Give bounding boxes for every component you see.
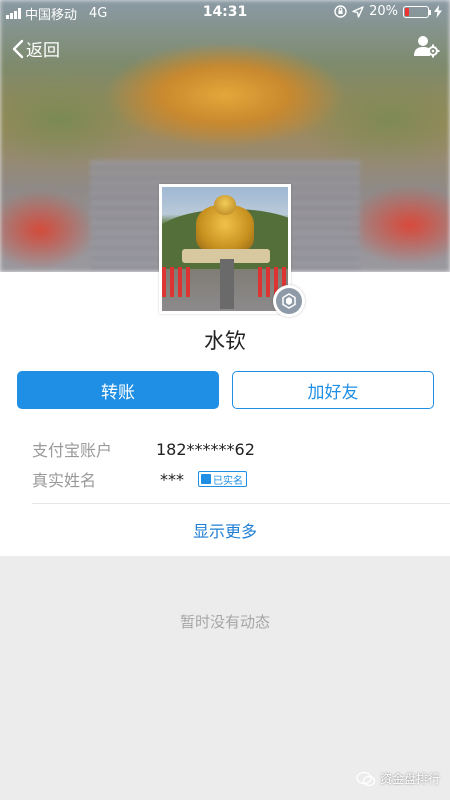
watermark: 资金盘排行 (356, 770, 440, 787)
profile-card (0, 272, 450, 556)
chevron-left-icon (12, 39, 24, 58)
realname-row: 真实姓名 *** 已实名 (32, 467, 247, 491)
battery-icon (403, 5, 431, 18)
wechat-icon (356, 771, 376, 786)
account-value: 182******62 (156, 439, 255, 459)
lock-rotation-icon (334, 5, 347, 18)
account-row: 支付宝账户 182******62 (32, 437, 255, 461)
location-icon (352, 5, 364, 18)
verified-badge-icon (273, 285, 305, 317)
profile-name: 水钦 (204, 329, 246, 353)
account-label: 支付宝账户 (32, 441, 113, 460)
user-settings-icon (414, 36, 440, 58)
realname-label: 真实姓名 (32, 471, 97, 490)
realname-badge-label: 已实名 (213, 475, 243, 487)
battery-percent: 20% (369, 4, 398, 19)
status-right: 20% (334, 4, 442, 19)
avatar-image (162, 187, 288, 311)
add-friend-button[interactable]: 加好友 (232, 371, 434, 409)
back-button[interactable]: 返回 (12, 36, 60, 61)
transfer-button[interactable]: 转账 (17, 371, 219, 409)
realname-badge: 已实名 (198, 471, 247, 487)
divider (32, 503, 450, 504)
empty-state-text: 暂时没有动态 (179, 613, 270, 631)
status-bar: 中国移动 4G 14:31 20% (0, 0, 450, 26)
back-label: 返回 (26, 41, 60, 61)
watermark-label: 资金盘排行 (379, 772, 440, 786)
avatar[interactable] (159, 184, 291, 314)
realname-value: *** (160, 469, 184, 489)
charging-icon (434, 5, 442, 18)
show-more-link[interactable]: 显示更多 (0, 518, 450, 542)
user-settings-button[interactable] (414, 34, 440, 62)
id-card-icon (201, 474, 211, 484)
